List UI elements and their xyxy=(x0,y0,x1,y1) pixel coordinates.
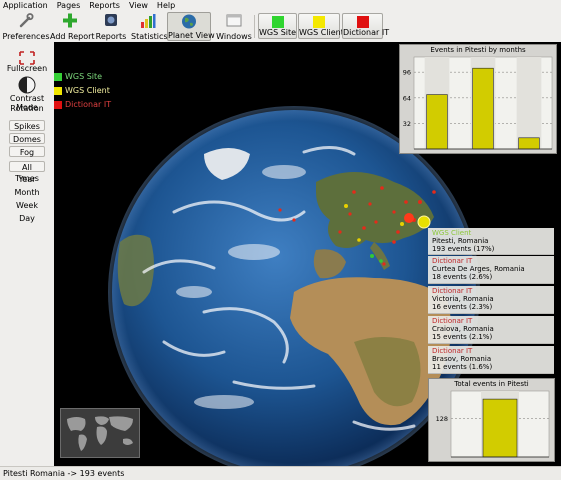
bar-slot xyxy=(516,57,542,149)
legend-label: Dictionar IT xyxy=(65,100,112,109)
info-events: 193 events (17%) xyxy=(432,245,495,253)
fog-button[interactable]: Fog xyxy=(9,146,45,157)
wgs-client-swatch xyxy=(313,16,325,28)
bar-chart-icon xyxy=(141,14,156,28)
monthly-events-chart: Events in Pitesti by months 32 64 96 xyxy=(399,44,557,154)
y-tick-label: 32 xyxy=(403,120,411,128)
menu-view[interactable]: View xyxy=(129,0,148,11)
bar xyxy=(518,137,540,150)
view-legend-wgs-client: WGS Client xyxy=(54,86,110,95)
statistics-label: Statistics xyxy=(131,32,168,41)
y-tick-label: 128 xyxy=(436,415,448,423)
dictionar-it-filter-label: Dictionar IT xyxy=(343,28,390,37)
legend-label: WGS Client xyxy=(65,86,110,95)
add-icon xyxy=(63,13,77,28)
view-legend-dictionar-it: Dictionar IT xyxy=(54,100,111,109)
info-events: 18 events (2.6%) xyxy=(432,273,493,281)
reports-icon xyxy=(105,14,117,26)
legend-swatch-red xyxy=(54,100,62,109)
bar xyxy=(482,398,518,458)
reports-button[interactable]: Reports xyxy=(93,12,129,41)
info-item[interactable]: WGS Client Pitesti, Romania 193 events (… xyxy=(428,228,554,255)
domes-button[interactable]: Domes xyxy=(9,133,45,144)
legend-label: WGS Site xyxy=(65,72,103,81)
info-place: Pitesti, Romania xyxy=(432,237,489,245)
total-chart-plot: 128 xyxy=(436,390,550,458)
info-place: Craiova, Romania xyxy=(432,325,494,333)
windows-label: Windows xyxy=(216,32,252,41)
planet-view[interactable]: WGS Site WGS Client Dictionar IT Events … xyxy=(54,42,561,466)
windows-icon xyxy=(226,14,242,27)
add-report-button[interactable]: Add Report xyxy=(50,12,95,41)
info-item[interactable]: Dictionar IT Brasov, Romania 11 events (… xyxy=(428,346,554,374)
fullscreen-label[interactable]: Fullscreen xyxy=(0,64,54,73)
total-events-chart: Total events in Pitesti 128 xyxy=(428,378,555,462)
y-tick-label: 64 xyxy=(403,94,411,102)
planet-view-label: Planet View xyxy=(168,31,215,40)
add-report-label: Add Report xyxy=(50,32,95,41)
day-filter[interactable]: Day xyxy=(0,214,54,223)
info-events: 15 events (2.1%) xyxy=(432,333,493,341)
world-map-graphic xyxy=(67,416,133,451)
preferences-button[interactable]: Preferences xyxy=(2,12,50,41)
wgs-client-filter-label: WGS Client xyxy=(299,28,344,37)
legend-swatch-green xyxy=(54,72,62,81)
bar xyxy=(472,67,494,150)
world-minimap[interactable] xyxy=(60,408,140,458)
contrast-icon[interactable] xyxy=(18,76,36,94)
dictionar-it-swatch xyxy=(356,16,369,28)
info-item[interactable]: Dictionar IT Curtea De Arges, Romania 18… xyxy=(428,256,554,284)
rotation-label[interactable]: Rotation xyxy=(0,104,54,113)
toolbar-separator xyxy=(254,15,255,38)
info-name: Dictionar IT xyxy=(432,257,473,265)
info-place: Victoria, Romania xyxy=(432,295,494,303)
info-name: Dictionar IT xyxy=(432,317,473,325)
planet-view-button[interactable]: Planet View xyxy=(167,12,215,41)
windows-button[interactable]: Windows xyxy=(216,12,252,41)
wgs-site-filter-label: WGS Site xyxy=(259,28,297,37)
spikes-button[interactable]: Spikes xyxy=(9,120,45,131)
info-place: Brasov, Romania xyxy=(432,355,492,363)
info-events: 16 events (2.3%) xyxy=(432,303,493,311)
info-name: Dictionar IT xyxy=(432,287,473,295)
info-name: WGS Client xyxy=(432,229,472,237)
bar xyxy=(426,94,448,150)
info-item[interactable]: Dictionar IT Victoria, Romania 16 events… xyxy=(428,286,554,314)
wgs-site-filter-button[interactable]: WGS Site xyxy=(258,13,297,39)
wgs-client-filter-button[interactable]: WGS Client xyxy=(298,13,344,39)
info-place: Curtea De Arges, Romania xyxy=(432,265,525,273)
reports-label: Reports xyxy=(95,32,127,41)
preferences-label: Preferences xyxy=(2,32,50,41)
status-bar: Pitesti Romania -> 193 events xyxy=(0,466,561,480)
menu-pages[interactable]: Pages xyxy=(57,0,81,11)
y-tick-label: 96 xyxy=(403,69,411,77)
statistics-button[interactable]: Statistics xyxy=(131,12,168,41)
monthly-chart-plot: 32 64 96 xyxy=(403,56,553,150)
dictionar-it-filter-button[interactable]: Dictionar IT xyxy=(342,13,390,39)
week-filter[interactable]: Week xyxy=(0,201,54,210)
view-legend-wgs-site: WGS Site xyxy=(54,72,102,81)
menu-application[interactable]: Application xyxy=(3,0,48,11)
globe-icon xyxy=(182,14,196,29)
legend-swatch-yellow xyxy=(54,86,62,95)
menu-bar: Application Pages Reports View Help xyxy=(0,0,561,11)
menu-reports[interactable]: Reports xyxy=(89,0,120,11)
info-name: Dictionar IT xyxy=(432,347,473,355)
wrench-icon xyxy=(19,13,34,28)
year-filter[interactable]: Year xyxy=(0,175,54,184)
menu-help[interactable]: Help xyxy=(157,0,175,11)
month-filter[interactable]: Month xyxy=(0,188,54,197)
fullscreen-icon[interactable] xyxy=(19,51,35,65)
all-times-button[interactable]: All Times xyxy=(9,161,45,183)
info-item[interactable]: Dictionar IT Craiova, Romania 15 events … xyxy=(428,316,554,344)
view-options-panel: Fullscreen Contrast Mode Rotation Spikes… xyxy=(0,42,54,466)
info-events: 11 events (1.6%) xyxy=(432,363,493,371)
wgs-site-swatch xyxy=(271,16,284,28)
toolbar: Preferences Add Report Reports Statistic… xyxy=(0,11,561,43)
